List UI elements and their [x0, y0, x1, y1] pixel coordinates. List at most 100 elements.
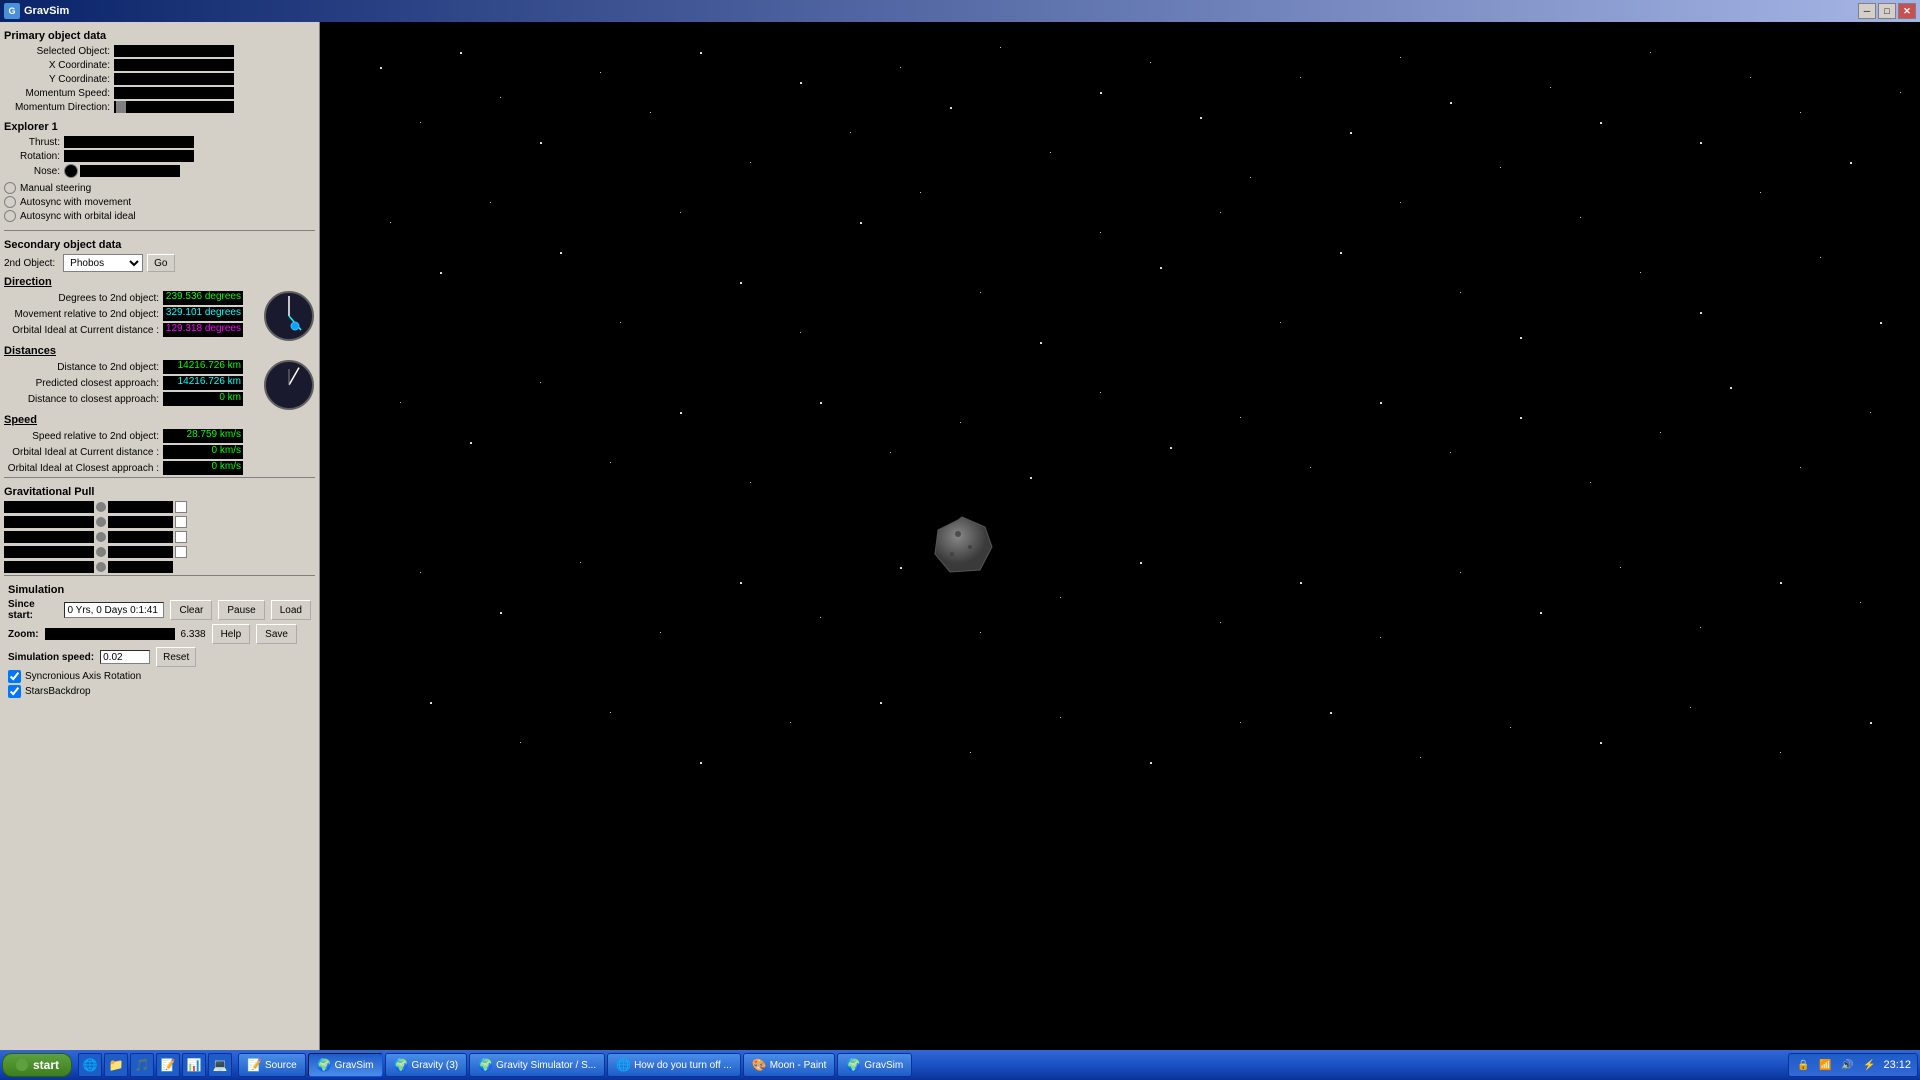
close-btn[interactable]: ✕ — [1898, 3, 1916, 19]
rotation-bar — [64, 150, 194, 162]
orbital-label: Orbital Ideal at Current distance : — [4, 325, 159, 336]
stars-backdrop-checkbox[interactable] — [8, 685, 21, 698]
direction-compass — [263, 290, 315, 345]
star — [650, 112, 651, 113]
momentum-direction-thumb[interactable] — [116, 101, 126, 113]
folder-icon[interactable]: 📁 — [104, 1053, 128, 1077]
star — [1520, 337, 1522, 339]
star — [620, 322, 621, 323]
selected-object-row: Selected Object: — [4, 45, 315, 57]
star — [790, 722, 791, 723]
star — [1100, 92, 1102, 94]
clock: 23:12 — [1883, 1059, 1911, 1071]
notepad-icon[interactable]: 📝 — [156, 1053, 180, 1077]
grav-row-5 — [4, 561, 315, 573]
star — [1760, 192, 1761, 193]
momentum-direction-bar[interactable] — [114, 101, 234, 113]
primary-section-title: Primary object data — [4, 30, 315, 42]
star — [1160, 267, 1162, 269]
movement-value: 329.101 degrees — [163, 307, 243, 321]
taskbar-item-2[interactable]: 🌍Gravity (3) — [385, 1053, 468, 1077]
start-button[interactable]: start — [2, 1053, 72, 1077]
distance-svg — [263, 359, 315, 411]
since-start-input[interactable] — [64, 602, 164, 618]
manual-steering-radio[interactable]: Manual steering — [4, 182, 315, 194]
autosync-orbital-radio[interactable]: Autosync with orbital ideal — [4, 210, 315, 222]
star — [400, 402, 401, 403]
star — [1780, 582, 1782, 584]
grav-checkbox-4[interactable] — [175, 546, 187, 558]
second-object-select[interactable]: Phobos Deimos Mars — [63, 254, 143, 272]
autosync-movement-label: Autosync with movement — [20, 197, 131, 208]
manual-steering-radio-btn[interactable] — [4, 182, 16, 194]
media-icon[interactable]: 🎵 — [130, 1053, 154, 1077]
star — [1580, 217, 1581, 218]
rotation-label: Rotation: — [4, 151, 64, 162]
orbital-current-row: Orbital Ideal at Current distance : 0 km… — [4, 445, 315, 459]
space-viewport[interactable] — [320, 22, 1920, 1050]
calc-icon[interactable]: 📊 — [182, 1053, 206, 1077]
nose-bar-container — [64, 164, 180, 178]
grav-circle-5 — [96, 562, 106, 572]
autosync-movement-radio[interactable]: Autosync with movement — [4, 196, 315, 208]
star — [850, 132, 851, 133]
grav-row-1 — [4, 501, 315, 513]
taskbar-item-1[interactable]: 🌍GravSim — [308, 1053, 383, 1077]
maximize-btn[interactable]: □ — [1878, 3, 1896, 19]
clear-btn[interactable]: Clear — [170, 600, 212, 620]
explorer2-icon[interactable]: 💻 — [208, 1053, 232, 1077]
star — [890, 452, 891, 453]
star — [500, 612, 502, 614]
load-btn[interactable]: Load — [271, 600, 311, 620]
star — [1510, 727, 1511, 728]
star — [1800, 112, 1801, 113]
grav-row-4 — [4, 546, 315, 558]
ie-icon[interactable]: 🌐 — [78, 1053, 102, 1077]
title-bar-buttons: ─ □ ✕ — [1858, 3, 1916, 19]
pause-btn[interactable]: Pause — [218, 600, 264, 620]
star — [470, 442, 472, 444]
taskbar-item-3[interactable]: 🌍Gravity Simulator / S... — [469, 1053, 605, 1077]
star — [1520, 417, 1522, 419]
grav-checkbox-1[interactable] — [175, 501, 187, 513]
star — [1340, 252, 1342, 254]
grav-circle-4 — [96, 547, 106, 557]
distance-closest-label: Distance to closest approach: — [4, 394, 159, 405]
grav-bar-right-5 — [108, 561, 173, 573]
reset-btn[interactable]: Reset — [156, 647, 196, 667]
star — [1000, 47, 1001, 48]
star — [1030, 477, 1032, 479]
go-button[interactable]: Go — [147, 254, 174, 272]
star — [820, 617, 821, 618]
thrust-bar — [64, 136, 194, 148]
autosync-movement-radio-btn[interactable] — [4, 196, 16, 208]
tray-icon-4: ⚡ — [1861, 1057, 1877, 1073]
zoom-bar[interactable] — [45, 628, 175, 640]
save-btn[interactable]: Save — [256, 624, 297, 644]
sync-axis-checkbox[interactable] — [8, 670, 21, 683]
taskbar-item-4[interactable]: 🌐How do you turn off ... — [607, 1053, 741, 1077]
grav-bar-right-2 — [108, 516, 173, 528]
help-btn[interactable]: Help — [212, 624, 251, 644]
sim-row-1: Since start: Clear Pause Load — [8, 599, 311, 621]
distance-2nd-row: Distance to 2nd object: 14216.726 km — [4, 360, 257, 374]
grav-checkbox-2[interactable] — [175, 516, 187, 528]
minimize-btn[interactable]: ─ — [1858, 3, 1876, 19]
star — [430, 702, 432, 704]
taskbar-item-5[interactable]: 🎨Moon - Paint — [743, 1053, 836, 1077]
title-bar: G GravSim ─ □ ✕ — [0, 0, 1920, 22]
stars-backdrop-label: StarsBackdrop — [25, 686, 91, 697]
taskbar-item-0[interactable]: 📝Source — [238, 1053, 306, 1077]
tray-icon-volume: 🔊 — [1839, 1057, 1855, 1073]
autosync-orbital-radio-btn[interactable] — [4, 210, 16, 222]
direction-title: Direction — [4, 276, 257, 288]
orbital-closest-value: 0 km/s — [163, 461, 243, 475]
taskbar-item-6[interactable]: 🌍GravSim — [837, 1053, 912, 1077]
grav-checkbox-3[interactable] — [175, 531, 187, 543]
orbital-current-label: Orbital Ideal at Current distance : — [4, 447, 159, 458]
sim-speed-input[interactable] — [100, 650, 150, 664]
star — [460, 52, 462, 54]
predicted-closest-row: Predicted closest approach: 14216.726 km — [4, 376, 257, 390]
star — [750, 162, 751, 163]
zoom-label: Zoom: — [8, 629, 39, 640]
